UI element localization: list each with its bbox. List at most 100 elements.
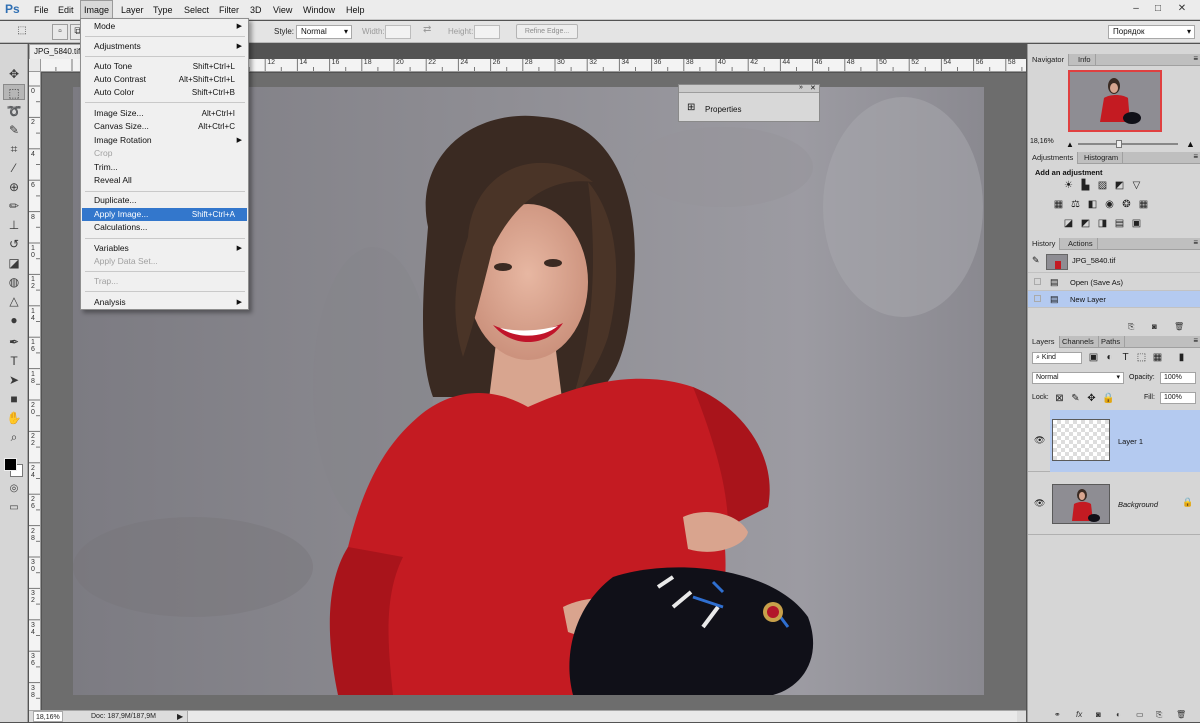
menu-view[interactable]: View: [270, 0, 295, 20]
lock-image-icon[interactable]: ✎: [1070, 393, 1081, 404]
layer-name[interactable]: Layer 1: [1118, 437, 1143, 446]
filter-toggle-icon[interactable]: ▮: [1176, 352, 1187, 363]
menu-select[interactable]: Select: [181, 0, 212, 20]
ruler-origin[interactable]: [29, 59, 41, 72]
tab-actions[interactable]: Actions: [1064, 238, 1098, 250]
menu-item-variables[interactable]: Variables ▶: [82, 242, 247, 255]
tab-layers[interactable]: Layers: [1028, 336, 1060, 348]
hue-saturation-icon[interactable]: ▦: [1053, 199, 1064, 210]
tab-adjustments[interactable]: Adjustments: [1028, 152, 1079, 164]
marquee-preset-icon[interactable]: ⬚: [14, 24, 30, 40]
menu-item-auto-color[interactable]: Auto Color Shift+Ctrl+B: [82, 86, 247, 99]
layer-style-icon[interactable]: fx: [1076, 710, 1082, 719]
menu-item-auto-contrast[interactable]: Auto Contrast Alt+Shift+Ctrl+L: [82, 73, 247, 86]
layer-name[interactable]: Background: [1118, 500, 1158, 509]
menu-type[interactable]: Type: [150, 0, 176, 20]
tab-histogram[interactable]: Histogram: [1080, 152, 1124, 164]
navigator-zoom[interactable]: 18,16%: [1030, 138, 1054, 145]
new-adjustment-layer-icon[interactable]: ◐: [1116, 710, 1121, 719]
layer-row[interactable]: 👁 Background 🔒: [1028, 473, 1200, 535]
lock-transparent-icon[interactable]: ⊠: [1054, 393, 1065, 404]
color-lookup-icon[interactable]: ▦: [1138, 199, 1149, 210]
menu-item-analysis[interactable]: Analysis ▶: [82, 296, 247, 309]
layer-row[interactable]: 👁 Layer 1: [1028, 410, 1200, 472]
menu-item-duplicate[interactable]: Duplicate...: [82, 194, 247, 207]
screen-mode-icon[interactable]: ▭: [3, 500, 25, 516]
pen-tool-icon[interactable]: ✒: [3, 334, 25, 350]
panel-menu-icon[interactable]: ≡: [1193, 54, 1198, 63]
lock-position-icon[interactable]: ✥: [1086, 393, 1097, 404]
menu-3d[interactable]: 3D: [247, 0, 265, 20]
menu-item-mode[interactable]: Mode ▶: [82, 20, 247, 33]
black-white-icon[interactable]: ◧: [1087, 199, 1098, 210]
opacity-input[interactable]: 100%: [1160, 372, 1196, 384]
clone-stamp-tool-icon[interactable]: ⊥: [3, 217, 25, 233]
tab-history[interactable]: History: [1028, 238, 1061, 250]
properties-icon[interactable]: ⊞: [687, 102, 695, 113]
properties-panel[interactable]: ⊞ Properties » ✕: [678, 84, 820, 122]
panel-menu-icon[interactable]: ≡: [1193, 152, 1198, 161]
blur-tool-icon[interactable]: △: [3, 293, 25, 309]
foreground-color-swatch[interactable]: [4, 458, 17, 471]
filter-type-icon[interactable]: T: [1120, 352, 1131, 363]
history-brush-tool-icon[interactable]: ↺: [3, 236, 25, 252]
menu-item-adjustments[interactable]: Adjustments ▶: [82, 40, 247, 53]
new-layer-icon[interactable]: ⎘: [1156, 710, 1162, 720]
color-balance-icon[interactable]: ⚖: [1070, 199, 1081, 210]
tab-channels[interactable]: Channels: [1058, 336, 1099, 348]
swap-icon[interactable]: ⇄: [423, 24, 431, 35]
marquee-tool-icon[interactable]: ⬚: [3, 84, 25, 100]
history-step-selected[interactable]: ▤ New Layer: [1028, 291, 1200, 308]
menu-item-trim[interactable]: Trim...: [82, 161, 247, 174]
menu-item-canvas-size[interactable]: Canvas Size... Alt+Ctrl+C: [82, 120, 247, 133]
menu-item-auto-tone[interactable]: Auto Tone Shift+Ctrl+L: [82, 60, 247, 73]
zoom-level[interactable]: 18,16%: [33, 711, 63, 722]
quick-select-tool-icon[interactable]: ✎: [3, 122, 25, 138]
quick-mask-icon[interactable]: ◎: [3, 481, 25, 497]
type-tool-icon[interactable]: T: [3, 353, 25, 369]
levels-icon[interactable]: ▙: [1080, 180, 1091, 191]
menu-item-reveal-all[interactable]: Reveal All: [82, 174, 247, 187]
zoom-tool-icon[interactable]: ⌕: [3, 429, 25, 445]
hand-tool-icon[interactable]: ✋: [3, 410, 25, 426]
menu-edit[interactable]: Edit: [55, 0, 77, 20]
lasso-tool-icon[interactable]: ➰: [3, 103, 25, 119]
vibrance-icon[interactable]: ▽: [1131, 180, 1142, 191]
posterize-icon[interactable]: ◩: [1080, 218, 1091, 229]
layer-filter-select[interactable]: ⌕ Kind: [1032, 352, 1082, 364]
new-selection-icon[interactable]: ▫: [52, 24, 68, 40]
minimize-button[interactable]: ‒: [1126, 2, 1146, 16]
eraser-tool-icon[interactable]: ◪: [3, 255, 25, 271]
width-input[interactable]: [385, 25, 411, 39]
threshold-icon[interactable]: ◨: [1097, 218, 1108, 229]
history-snapshot[interactable]: ✎ JPG_5840.tif: [1028, 252, 1200, 273]
new-group-icon[interactable]: ▭: [1136, 710, 1144, 719]
menu-window[interactable]: Window: [300, 0, 338, 20]
zoom-out-icon[interactable]: ▲: [1066, 140, 1074, 149]
menu-file[interactable]: File: [31, 0, 52, 20]
healing-brush-tool-icon[interactable]: ⊕: [3, 179, 25, 195]
history-brush-source-icon[interactable]: ✎: [1032, 252, 1040, 269]
selective-color-icon[interactable]: ▣: [1131, 218, 1142, 229]
new-document-from-state-icon[interactable]: ⎘: [1128, 322, 1134, 332]
filter-smart-object-icon[interactable]: ▦: [1152, 352, 1163, 363]
panel-menu-icon[interactable]: ≡: [1193, 238, 1198, 247]
panel-menu-icon[interactable]: ≡: [1193, 336, 1198, 345]
filter-pixel-icon[interactable]: ▣: [1088, 352, 1099, 363]
add-mask-icon[interactable]: ◙: [1096, 710, 1101, 719]
properties-label[interactable]: Properties: [705, 105, 741, 114]
collapse-icon[interactable]: »: [799, 84, 803, 91]
channel-mixer-icon[interactable]: ❂: [1121, 199, 1132, 210]
menu-help[interactable]: Help: [343, 0, 368, 20]
path-selection-tool-icon[interactable]: ➤: [3, 372, 25, 388]
eyedropper-tool-icon[interactable]: ⁄: [3, 160, 25, 176]
menu-image[interactable]: Image: [80, 0, 114, 20]
tab-navigator[interactable]: Navigator: [1028, 54, 1070, 66]
panel-close-icon[interactable]: ✕: [810, 84, 816, 92]
curves-icon[interactable]: ▨: [1097, 180, 1108, 191]
style-select[interactable]: Normal: [296, 25, 352, 39]
rectangle-tool-icon[interactable]: ■: [3, 391, 25, 407]
maximize-button[interactable]: □: [1148, 2, 1168, 16]
exposure-icon[interactable]: ◩: [1114, 180, 1125, 191]
delete-layer-icon[interactable]: 🗑: [1176, 710, 1186, 719]
